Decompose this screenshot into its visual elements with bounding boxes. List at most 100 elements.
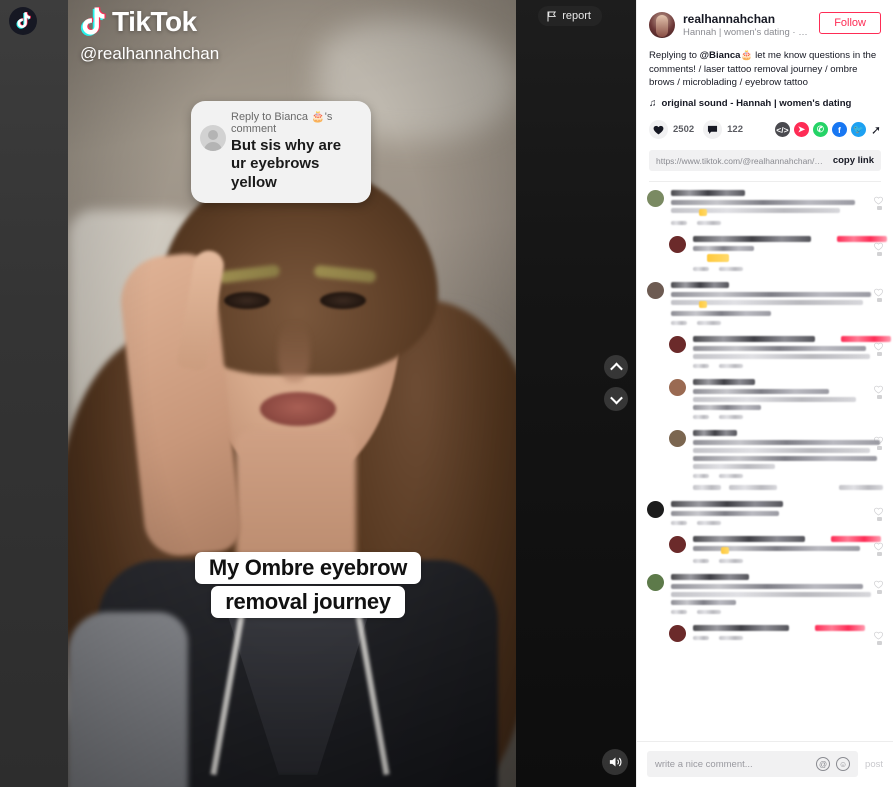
post-comment-button[interactable]: post xyxy=(865,759,883,770)
comment-body xyxy=(693,336,891,369)
comment-reply-button[interactable] xyxy=(719,636,743,641)
copy-link-button[interactable]: copy link xyxy=(833,155,874,166)
twitter-icon[interactable]: 🐦 xyxy=(850,122,866,138)
comment-item[interactable] xyxy=(647,190,883,226)
like-stat[interactable]: 2502 xyxy=(649,120,694,140)
comment-username[interactable] xyxy=(693,625,789,632)
comment-avatar[interactable] xyxy=(669,236,686,254)
comment-avatar[interactable] xyxy=(647,574,664,592)
comment-meta xyxy=(693,267,863,272)
comment-text-line xyxy=(671,511,779,517)
comment-item[interactable] xyxy=(647,236,887,272)
comment-text-line xyxy=(693,389,829,395)
comment-avatar[interactable] xyxy=(669,625,686,643)
hide-replies-label[interactable] xyxy=(839,485,883,491)
comment-username[interactable] xyxy=(671,501,783,508)
comment-stat[interactable]: 122 xyxy=(703,120,743,140)
tiktok-logo-icon[interactable] xyxy=(8,6,38,36)
video-player[interactable]: TikTok @realhannahchan Reply to Bianca 🎂… xyxy=(68,0,516,787)
comment-item[interactable] xyxy=(647,625,883,646)
music-note-icon: ♫ xyxy=(649,98,657,110)
comment-item[interactable] xyxy=(647,574,883,615)
comment-like-count xyxy=(877,641,882,646)
send-message-icon[interactable]: ➤ xyxy=(793,122,809,138)
comment-like-icon[interactable] xyxy=(874,538,883,551)
comment-text-line xyxy=(693,456,877,462)
comment-reply-button[interactable] xyxy=(697,610,721,615)
comment-reply-button[interactable] xyxy=(697,521,721,526)
comment-like-icon[interactable] xyxy=(874,381,883,394)
comment-reply-button[interactable] xyxy=(719,559,743,564)
comment-like-icon[interactable] xyxy=(874,338,883,351)
comment-text-line xyxy=(671,600,737,606)
follow-button[interactable]: Follow xyxy=(819,12,881,35)
share-arrow-icon[interactable]: ➚ xyxy=(871,123,881,137)
author-avatar[interactable] xyxy=(649,12,675,38)
previous-video-button[interactable] xyxy=(604,355,628,379)
caption-mention[interactable]: @Bianca xyxy=(700,50,741,61)
comment-reply-button[interactable] xyxy=(719,364,743,369)
comment-like-count xyxy=(877,446,882,451)
comment-username-badge xyxy=(815,625,865,632)
report-button[interactable]: report xyxy=(538,6,602,26)
comment-reply-button[interactable] xyxy=(719,267,743,272)
comment-item[interactable] xyxy=(647,430,883,479)
comment-item[interactable] xyxy=(647,536,883,564)
comment-like-icon[interactable] xyxy=(874,627,883,640)
comment-item[interactable] xyxy=(647,501,883,526)
comment-avatar[interactable] xyxy=(647,501,664,519)
comment-like-icon[interactable] xyxy=(874,284,883,297)
facebook-icon[interactable]: f xyxy=(831,122,847,138)
comment-avatar[interactable] xyxy=(669,430,686,448)
comment-reply-button[interactable] xyxy=(697,221,721,226)
video-stage[interactable]: TikTok @realhannahchan Reply to Bianca 🎂… xyxy=(0,0,636,787)
comment-avatar[interactable] xyxy=(647,190,664,208)
author-username[interactable]: realhannahchan xyxy=(683,12,811,26)
comment-avatar[interactable] xyxy=(647,282,664,300)
whatsapp-icon[interactable]: ✆ xyxy=(812,122,828,138)
comment-username[interactable] xyxy=(693,536,805,543)
comment-text-line xyxy=(671,292,871,298)
comment-username[interactable] xyxy=(693,236,811,243)
comment-username[interactable] xyxy=(671,190,745,197)
comment-username[interactable] xyxy=(693,336,815,343)
comment-like-icon[interactable] xyxy=(874,238,883,251)
view-replies-label[interactable] xyxy=(693,485,721,491)
comment-username[interactable] xyxy=(693,379,755,386)
comment-item[interactable] xyxy=(647,336,891,369)
comment-username[interactable] xyxy=(671,574,749,581)
comment-text-line xyxy=(693,346,867,352)
comment-like-icon[interactable] xyxy=(874,432,883,445)
comment-username[interactable] xyxy=(671,282,729,289)
comment-bubble-icon[interactable] xyxy=(703,120,723,140)
comment-like-count xyxy=(877,590,882,595)
default-user-avatar-icon xyxy=(200,125,226,151)
heart-icon[interactable] xyxy=(649,120,668,140)
emoji-smile-icon[interactable]: ☺ xyxy=(836,757,851,771)
comment-avatar[interactable] xyxy=(669,379,686,397)
comment-like-icon[interactable] xyxy=(874,503,883,516)
music-row[interactable]: ♫ original sound - Hannah | women's dati… xyxy=(649,98,881,109)
comment-list[interactable] xyxy=(637,182,893,741)
comment-body xyxy=(693,625,883,642)
view-replies-row[interactable] xyxy=(693,485,883,491)
comment-body xyxy=(693,536,883,564)
comment-reply-button[interactable] xyxy=(719,415,743,420)
at-mention-icon[interactable]: @ xyxy=(816,757,831,771)
comment-field-wrapper[interactable]: @ ☺ xyxy=(647,751,859,777)
comment-username[interactable] xyxy=(693,430,737,437)
next-video-button[interactable] xyxy=(604,387,628,411)
comment-like-icon[interactable] xyxy=(874,576,883,589)
comment-avatar[interactable] xyxy=(669,536,686,554)
comment-reply-button[interactable] xyxy=(697,321,721,326)
volume-button[interactable] xyxy=(602,749,628,775)
comment-item[interactable] xyxy=(647,282,883,326)
comment-avatar[interactable] xyxy=(669,336,686,354)
comment-like-icon[interactable] xyxy=(874,192,883,205)
comment-emoji xyxy=(699,209,707,217)
embed-icon[interactable]: </> xyxy=(774,122,790,138)
video-reply-bubble: Reply to Bianca 🎂's comment But sis why … xyxy=(191,101,371,203)
comment-item[interactable] xyxy=(647,379,883,420)
comment-input[interactable] xyxy=(655,758,811,770)
comment-reply-button[interactable] xyxy=(719,474,743,479)
